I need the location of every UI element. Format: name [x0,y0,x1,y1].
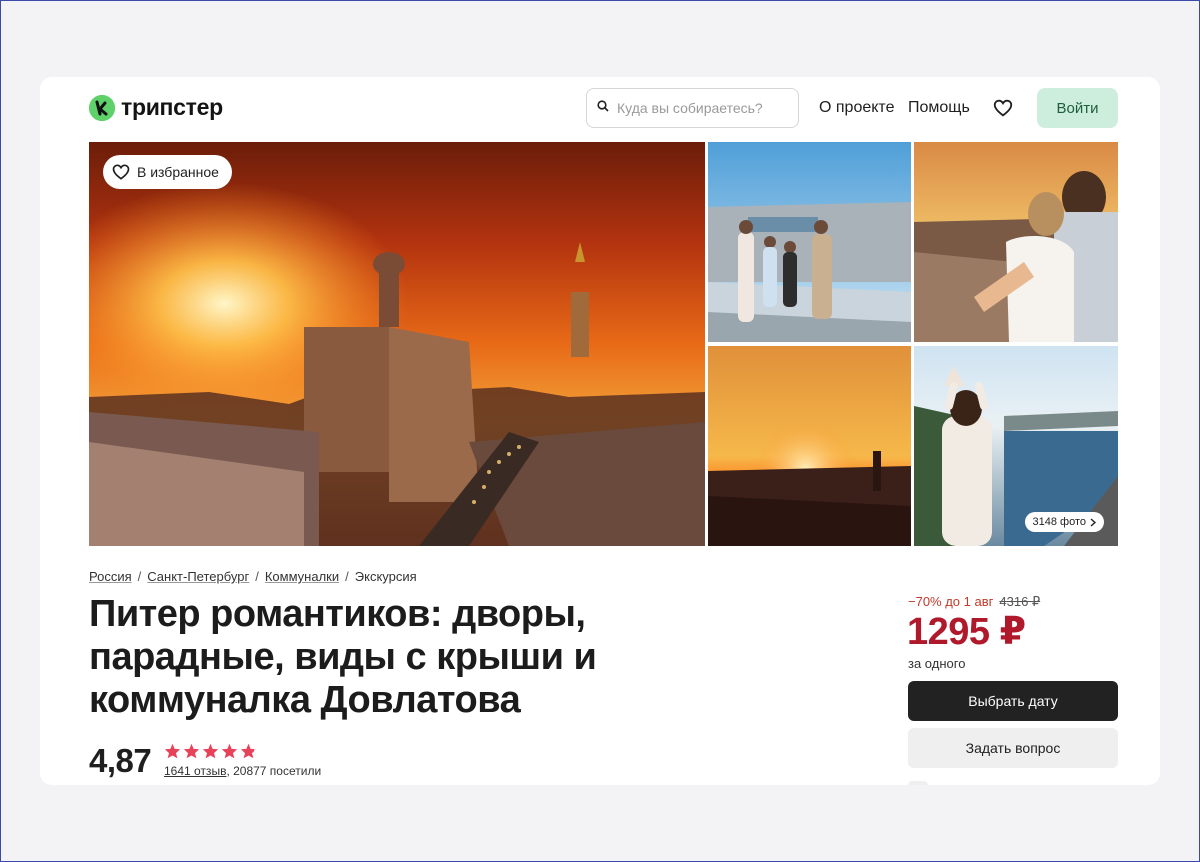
logo[interactable]: трипстер [89,94,223,121]
photos-count-label: 3148 фото [1032,516,1087,528]
search-box[interactable] [586,88,799,128]
search-input[interactable] [617,100,787,116]
gallery-photo[interactable] [708,346,911,546]
price-per-person: за одного [908,656,966,671]
breadcrumb-current: Экскурсия [354,569,417,584]
logo-icon [89,94,115,121]
breadcrumb-separator: / [255,569,259,584]
breadcrumb-saint-petersburg[interactable]: Санкт-Петербург [147,569,249,584]
star-icon [164,743,181,764]
breadcrumb: Россия / Санкт-Петербург / Коммуналки / … [89,569,417,584]
nav-help-link[interactable]: Помощь [908,99,970,117]
breadcrumb-kommunalki[interactable]: Коммуналки [265,569,339,584]
visitors-count: , 20877 посетили [226,764,322,778]
discount-info: −70% до 1 авг 4316 ₽ [908,594,1040,610]
reviews-summary: 1641 отзыв, 20877 посетили [164,764,321,778]
add-to-favorites-button[interactable]: В избранное [103,155,232,189]
discount-label: −70% до 1 авг [908,594,994,609]
tour-title: Питер романтиков: дворы, парадные, виды … [89,593,597,721]
choose-date-button[interactable]: Выбрать дату [908,681,1118,721]
login-button[interactable]: Войти [1037,88,1118,128]
star-half-icon [240,743,257,764]
photo-gallery: В избранное 3148 фото [89,142,1118,546]
add-to-favorites-label: В избранное [137,164,219,180]
breadcrumb-separator: / [345,569,349,584]
star-icon [202,743,219,764]
ask-question-button[interactable]: Задать вопрос [908,728,1118,768]
site-header: трипстер О проекте Помощь Войти [40,77,1160,139]
breadcrumb-separator: / [137,569,142,584]
rating-value: 4,87 [89,742,152,779]
main-photo[interactable]: В избранное [89,142,705,546]
nav-about-link[interactable]: О проекте [819,99,894,117]
heart-icon [111,162,131,182]
reviews-link[interactable]: 1641 отзыв [164,764,226,778]
logo-text: трипстер [121,94,223,120]
breadcrumb-russia[interactable]: Россия [89,569,132,584]
rating-stars [164,743,257,764]
gallery-photo[interactable] [914,142,1118,342]
current-price: 1295 ₽ [907,611,1026,653]
chevron-right-icon [1090,517,1096,527]
gallery-photo[interactable] [708,142,911,342]
favorites-heart-icon[interactable] [992,97,1014,119]
cut-off-element [908,781,928,785]
tour-page: трипстер О проекте Помощь Войти [40,77,1160,785]
star-icon [183,743,200,764]
search-icon [597,99,609,117]
old-price: 4316 ₽ [999,594,1041,609]
photos-count-button[interactable]: 3148 фото [1024,512,1104,532]
star-icon [221,743,238,764]
gallery-photo[interactable]: 3148 фото [914,346,1118,546]
